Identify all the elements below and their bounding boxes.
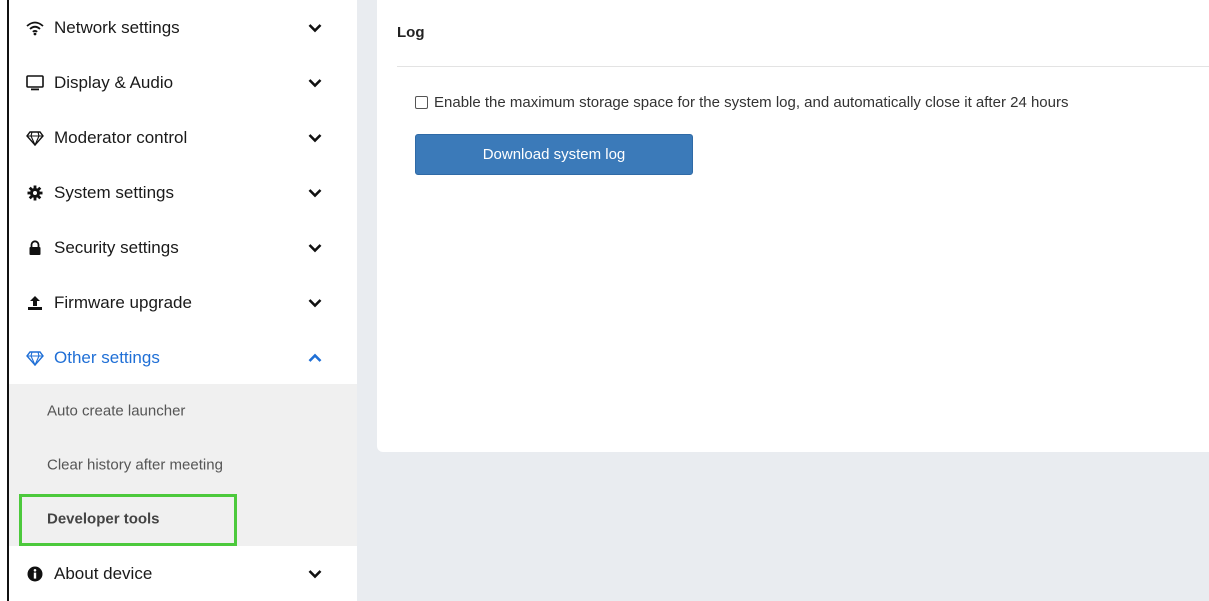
other-settings-submenu: Auto create launcher Clear history after… <box>9 384 357 546</box>
sidebar-item-label: System settings <box>54 182 174 202</box>
sidebar-item-label: Firmware upgrade <box>54 292 192 312</box>
diamond-icon <box>25 128 45 148</box>
log-panel: Log Enable the maximum storage space for… <box>377 0 1209 452</box>
sidebar-item-other-settings[interactable]: Other settings <box>9 330 357 385</box>
divider <box>397 66 1209 67</box>
sidebar-item-about-device[interactable]: About device <box>9 546 357 601</box>
lock-icon <box>25 238 45 258</box>
log-storage-option: Enable the maximum storage space for the… <box>415 94 1068 111</box>
sidebar-item-display-audio[interactable]: Display & Audio <box>9 55 357 110</box>
chevron-down-icon[interactable] <box>307 240 323 256</box>
sidebar-item-label: Other settings <box>54 347 160 367</box>
submenu-item-auto-create-launcher[interactable]: Auto create launcher <box>9 384 357 438</box>
sidebar-item-label: Moderator control <box>54 127 188 147</box>
sidebar-item-firmware-upgrade[interactable]: Firmware upgrade <box>9 275 357 330</box>
info-icon <box>25 564 45 584</box>
sidebar-item-label: Display & Audio <box>54 72 174 92</box>
page-title: Log <box>397 24 425 41</box>
diamond-icon <box>25 348 45 368</box>
submenu-item-developer-tools[interactable]: Developer tools <box>9 492 357 546</box>
chevron-down-icon[interactable] <box>307 75 323 91</box>
chevron-down-icon[interactable] <box>307 130 323 146</box>
sidebar: Network settings Display & Audio Moderat… <box>9 0 357 601</box>
sidebar-item-label: Network settings <box>54 17 180 37</box>
monitor-icon <box>25 73 45 93</box>
sidebar-item-security-settings[interactable]: Security settings <box>9 220 357 275</box>
submenu-item-label: Auto create launcher <box>47 402 186 420</box>
submenu-item-clear-history[interactable]: Clear history after meeting <box>9 438 357 492</box>
sidebar-item-label: About device <box>54 563 153 583</box>
sidebar-item-system-settings[interactable]: System settings <box>9 165 357 220</box>
log-storage-checkbox[interactable] <box>415 96 428 109</box>
chevron-up-icon[interactable] <box>307 350 323 366</box>
chevron-down-icon[interactable] <box>307 295 323 311</box>
download-system-log-button[interactable]: Download system log <box>415 134 693 175</box>
log-storage-checkbox-label[interactable]: Enable the maximum storage space for the… <box>434 94 1068 111</box>
submenu-item-label: Developer tools <box>47 510 160 528</box>
sidebar-item-network-settings[interactable]: Network settings <box>9 0 357 55</box>
chevron-down-icon[interactable] <box>307 185 323 201</box>
wifi-icon <box>25 18 45 38</box>
chevron-down-icon[interactable] <box>307 20 323 36</box>
submenu-item-label: Clear history after meeting <box>47 456 223 474</box>
sidebar-item-moderator-control[interactable]: Moderator control <box>9 110 357 165</box>
sidebar-item-label: Security settings <box>54 237 179 257</box>
upload-icon <box>25 293 45 313</box>
gear-icon <box>25 183 45 203</box>
chevron-down-icon[interactable] <box>307 566 323 582</box>
